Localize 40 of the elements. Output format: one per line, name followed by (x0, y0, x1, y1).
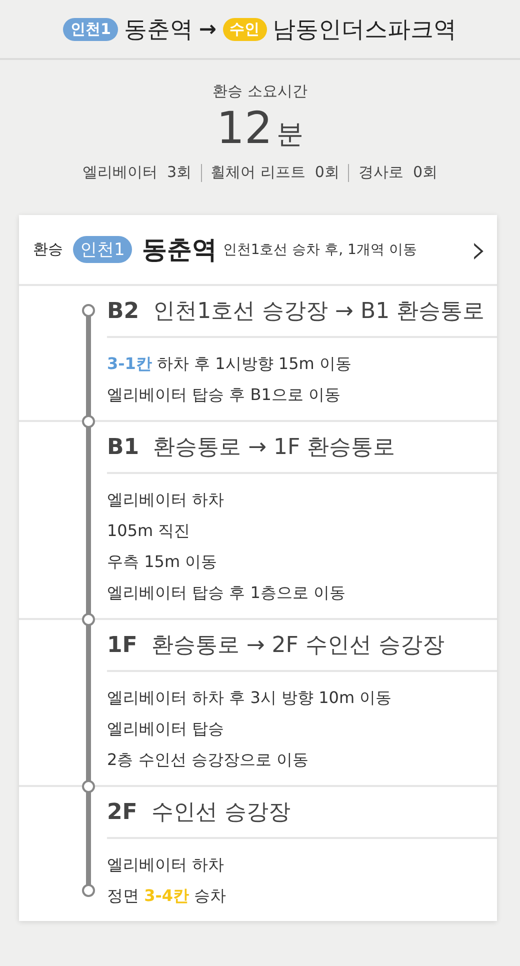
station-name: 동춘역 (124, 16, 193, 44)
line-badge: 수인 (222, 18, 267, 40)
floor-label: B1 (107, 434, 140, 460)
step-text: 엘리베이터 탑승 후 B1으로 이동 (107, 384, 342, 406)
summary-label: 환승 소요시간 (212, 81, 308, 101)
timeline-node (82, 613, 95, 626)
step-text: 2층 수인선 승강장으로 이동 (107, 749, 310, 771)
floor-label: B2 (107, 298, 140, 324)
line-badge: 인천1 (73, 236, 132, 263)
timeline-node (82, 415, 95, 428)
station-name: 동춘역 (142, 234, 217, 266)
step-text: 우측 15m 이동 (107, 551, 218, 573)
transfer-note: 인천1호선 승차 후, 1개역 이동 (222, 240, 417, 258)
chevron-right-icon[interactable]: › (471, 230, 487, 270)
step-text: 엘리베이터 탑승 (107, 718, 226, 740)
duration-unit: 분 (276, 118, 304, 152)
timeline-node (82, 884, 95, 897)
step-text: 정면 3-4칸 승차 (107, 885, 228, 907)
arrow-icon: → (198, 17, 217, 41)
section-route: 환승통로 → 1F 환승통로 (153, 434, 396, 462)
floor-label: 2F (107, 800, 138, 824)
step-text: 엘리베이터 하차 (107, 489, 226, 511)
section-route: 환승통로 → 2F 수인선 승강장 (151, 632, 444, 660)
station-name: 남동인더스파크역 (272, 16, 457, 44)
transfer-label: 환승 (33, 240, 63, 259)
facility-count: 휠체어 리프트 0회 (210, 163, 340, 182)
step-text: 105m 직진 (107, 520, 192, 542)
timeline-node (82, 304, 95, 317)
facility-count: 경사로 0회 (358, 163, 438, 182)
line-badge: 인천1 (63, 18, 118, 40)
facility-count: 엘리베이터 3회 (82, 163, 192, 182)
step-text: 3-1칸 하차 후 1시방향 15m 이동 (107, 353, 352, 375)
timeline-node (82, 780, 95, 793)
step-text: 엘리베이터 하차 (107, 854, 226, 876)
section-route: 인천1호선 승강장 → B1 환승통로 (153, 298, 485, 326)
step-text: 엘리베이터 탑승 후 1층으로 이동 (107, 582, 347, 604)
step-text: 엘리베이터 하차 후 3시 방향 10m 이동 (107, 687, 393, 709)
section-route: 수인선 승강장 (151, 799, 290, 827)
duration-value: 12 (216, 103, 272, 154)
floor-label: 1F (107, 632, 138, 658)
